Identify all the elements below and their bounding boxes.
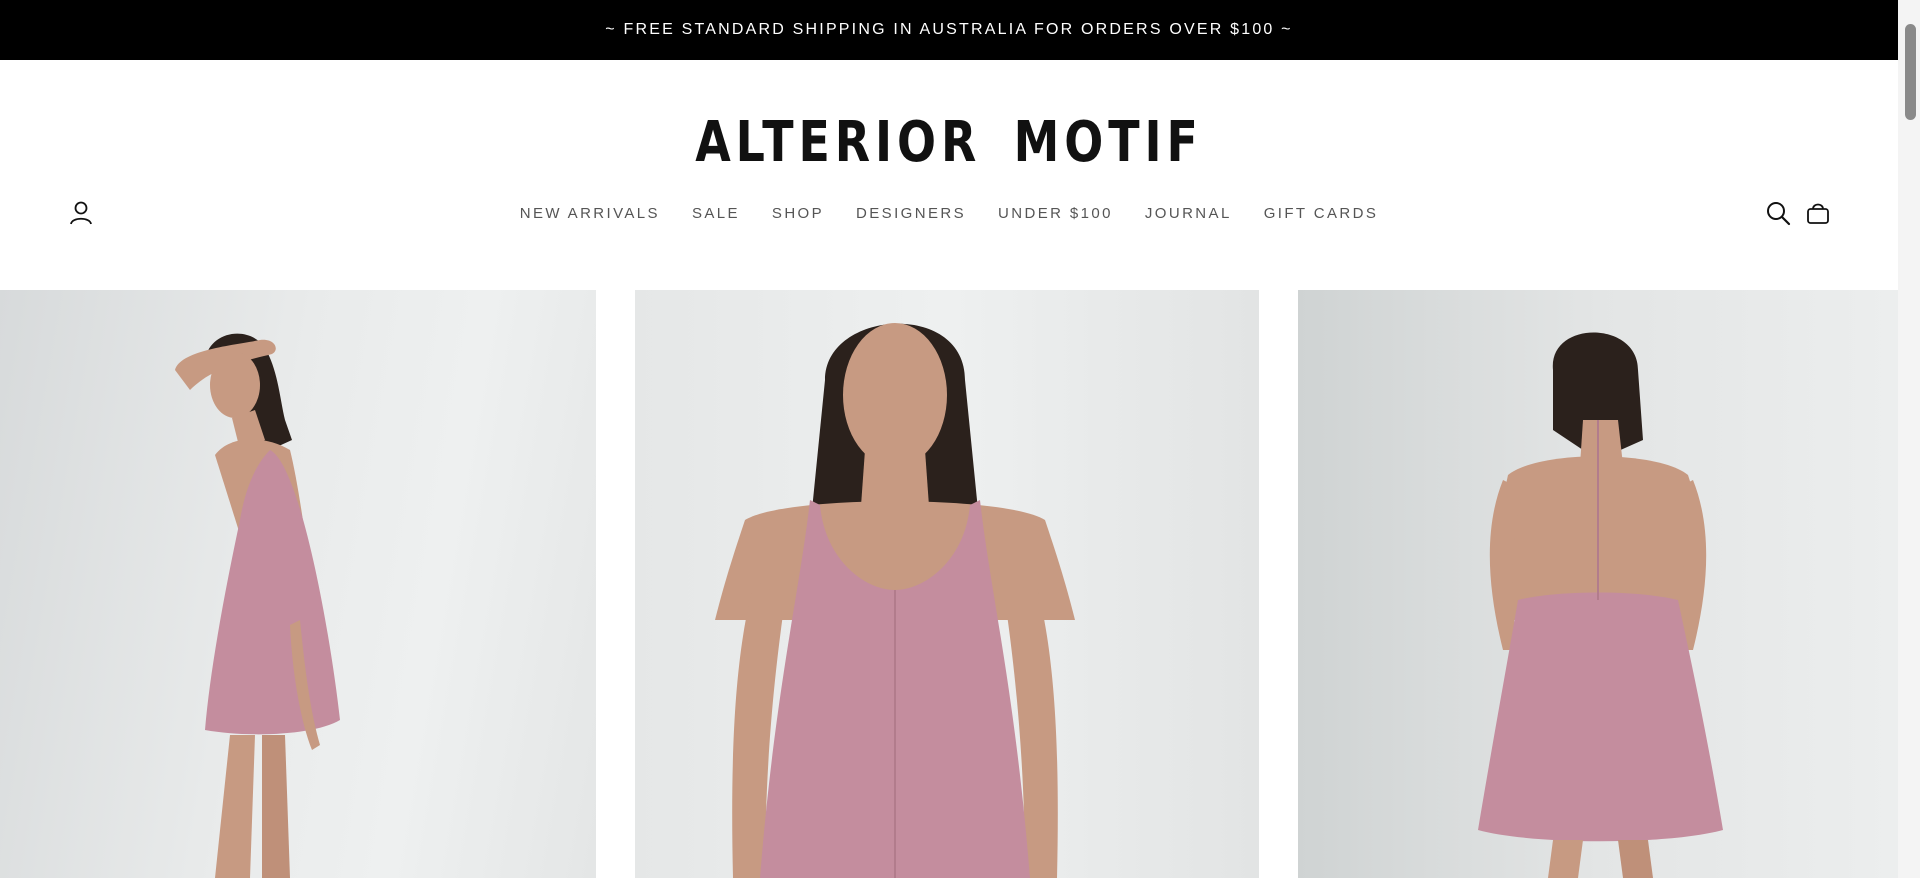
announcement-text: ~ FREE STANDARD SHIPPING IN AUSTRALIA FO… [605, 21, 1293, 38]
nav-item-gift-cards[interactable]: GIFT CARDS [1264, 205, 1379, 222]
site-header: ALTERIOR MOTIF NEW ARRIVALS SALE SHOP DE… [0, 60, 1898, 290]
scrollbar-thumb[interactable] [1905, 24, 1916, 120]
page-scrollbar[interactable] [1898, 0, 1920, 878]
nav-item-under-100[interactable]: UNDER $100 [998, 205, 1113, 222]
bag-icon[interactable] [1805, 200, 1831, 226]
product-image-side[interactable] [0, 290, 596, 878]
announcement-bar: ~ FREE STANDARD SHIPPING IN AUSTRALIA FO… [0, 0, 1898, 60]
search-icon[interactable] [1765, 200, 1791, 226]
site-logo[interactable]: ALTERIOR MOTIF [171, 110, 1727, 175]
main-nav: NEW ARRIVALS SALE SHOP DESIGNERS UNDER $… [0, 205, 1898, 222]
nav-item-shop[interactable]: SHOP [772, 205, 824, 222]
product-gallery [0, 290, 1898, 878]
nav-item-journal[interactable]: JOURNAL [1145, 205, 1232, 222]
nav-item-designers[interactable]: DESIGNERS [856, 205, 966, 222]
nav-item-new-arrivals[interactable]: NEW ARRIVALS [520, 205, 660, 222]
product-image-back[interactable] [1298, 290, 1898, 878]
product-image-front[interactable] [635, 290, 1259, 878]
nav-item-sale[interactable]: SALE [692, 205, 740, 222]
